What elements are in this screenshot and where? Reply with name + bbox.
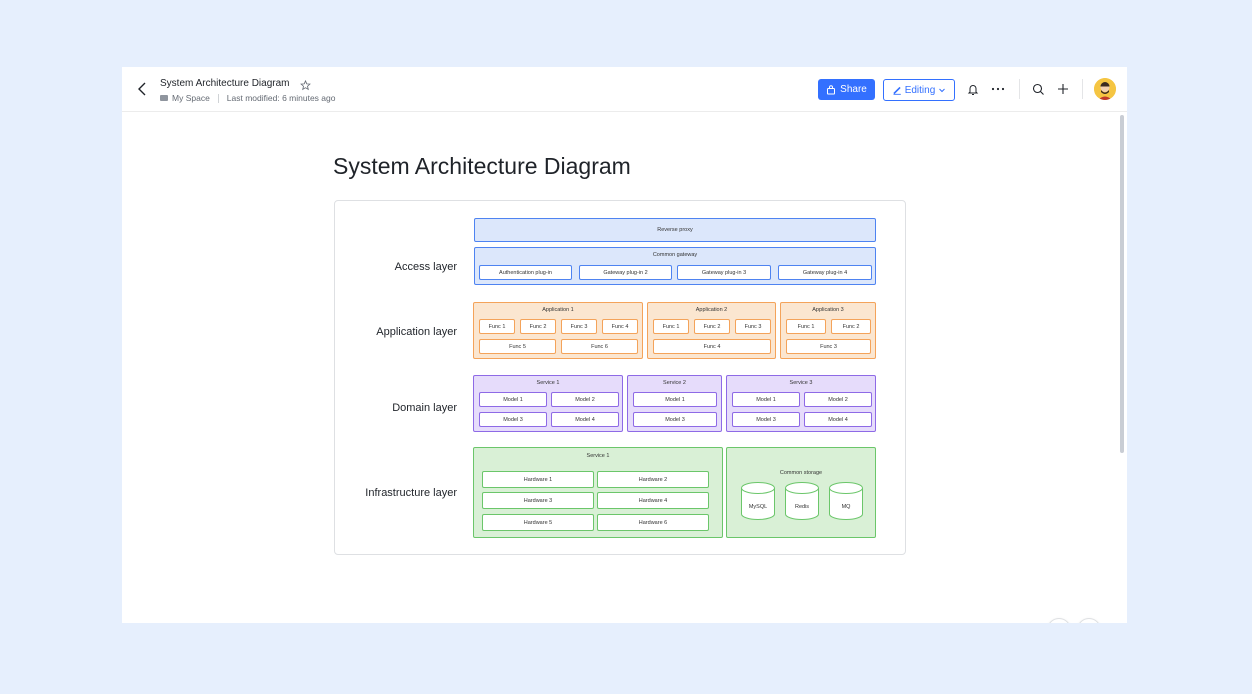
database-cylinder: Redis	[785, 482, 819, 520]
plugin-cell: Gateway plug-in 2	[579, 265, 672, 280]
editing-label: Editing	[904, 84, 936, 96]
search-icon[interactable]	[1030, 81, 1046, 97]
folder-icon	[160, 95, 168, 101]
more-icon[interactable]	[990, 81, 1006, 97]
last-modified: Last modified: 6 minutes ago	[226, 93, 336, 103]
func-cell: Func 1	[786, 319, 826, 334]
database-cylinder: MySQL	[741, 482, 775, 520]
service-title: Service 1	[536, 380, 560, 386]
service-title: Service 2	[663, 380, 686, 386]
toolbar-divider	[1082, 79, 1083, 99]
layer-label-access: Access layer	[394, 261, 457, 273]
database-cylinder: MQ	[829, 482, 863, 520]
application-title: Application 1	[542, 307, 574, 313]
share-icon	[827, 84, 836, 94]
application-box: Application 3 Func 1 Func 2 Func 3	[780, 302, 876, 359]
layer-label-domain: Domain layer	[392, 402, 457, 414]
help-button[interactable]	[1077, 618, 1101, 623]
storage-label: MQ	[841, 504, 851, 510]
model-cell: Model 2	[551, 392, 619, 407]
layer-label-infrastructure: Infrastructure layer	[365, 487, 457, 499]
func-cell: Func 4	[602, 319, 638, 334]
location-link[interactable]: My Space	[172, 93, 210, 103]
reverse-proxy-label: Reverse proxy	[657, 227, 693, 233]
editing-mode-button[interactable]: Editing	[883, 79, 955, 101]
chevron-down-icon	[939, 88, 946, 93]
common-storage-title: Common storage	[779, 470, 823, 476]
service-box: Service 2 Model 1 Model 3	[627, 375, 722, 432]
application-title: Application 2	[695, 307, 728, 313]
plus-icon[interactable]	[1055, 81, 1071, 97]
func-cell: Func 5	[479, 339, 556, 354]
hardware-cell: Hardware 6	[597, 514, 709, 531]
service-box: Service 1 Model 1 Model 2 Model 3 Model …	[473, 375, 623, 432]
func-cell: Func 6	[561, 339, 638, 354]
toolbar-divider	[1019, 79, 1020, 99]
func-cell: Func 3	[561, 319, 597, 334]
model-cell: Model 3	[479, 412, 547, 427]
common-gateway-box: Common gateway Authentication plug-in Ga…	[474, 247, 876, 285]
hardware-cell: Hardware 2	[597, 471, 709, 488]
page-title: System Architecture Diagram	[333, 153, 631, 179]
hardware-cell: Hardware 5	[482, 514, 594, 531]
avatar[interactable]	[1094, 78, 1116, 100]
database-icon	[785, 482, 819, 520]
model-cell: Model 2	[804, 392, 872, 407]
breadcrumb: My Space Last modified: 6 minutes ago	[160, 93, 335, 103]
func-cell: Func 1	[653, 319, 689, 334]
func-cell: Func 1	[479, 319, 515, 334]
model-cell: Model 1	[633, 392, 717, 407]
pencil-icon	[893, 86, 901, 95]
func-cell: Func 3	[786, 339, 871, 354]
hardware-cell: Hardware 3	[482, 492, 594, 509]
gateway-title: Common gateway	[652, 252, 698, 258]
share-label: Share	[840, 84, 867, 95]
doc-title[interactable]: System Architecture Diagram	[160, 78, 290, 89]
app-window: System Architecture Diagram My Space Las…	[122, 67, 1127, 623]
hardware-cell: Hardware 1	[482, 471, 594, 488]
application-box: Application 2 Func 1 Func 2 Func 3 Func …	[647, 302, 776, 359]
application-box: Application 1 Func 1 Func 2 Func 3 Func …	[473, 302, 643, 359]
plugin-cell: Gateway plug-in 3	[677, 265, 771, 280]
func-cell: Func 4	[653, 339, 771, 354]
reverse-proxy-box: Reverse proxy	[474, 218, 876, 242]
service-box: Service 3 Model 1 Model 2 Model 3 Model …	[726, 375, 876, 432]
architecture-diagram[interactable]: Access layer Application layer Domain la…	[334, 200, 906, 555]
document-content: System Architecture Diagram Access layer…	[122, 112, 1127, 623]
storage-label: Redis	[794, 504, 810, 510]
top-bar: System Architecture Diagram My Space Las…	[122, 67, 1127, 112]
func-cell: Func 3	[735, 319, 771, 334]
model-cell: Model 1	[479, 392, 547, 407]
hardware-cell: Hardware 4	[597, 492, 709, 509]
chevron-left-icon	[138, 82, 146, 96]
star-icon[interactable]	[300, 78, 311, 91]
model-cell: Model 3	[633, 412, 717, 427]
plugin-cell: Gateway plug-in 4	[778, 265, 872, 280]
layer-label-application: Application layer	[376, 326, 457, 338]
database-icon	[741, 482, 775, 520]
model-cell: Model 4	[804, 412, 872, 427]
func-cell: Func 2	[831, 319, 871, 334]
share-button[interactable]: Share	[818, 79, 875, 100]
storage-label: MySQL	[748, 504, 768, 510]
common-storage-box: Common storage MySQL Redis MQ	[726, 447, 876, 538]
bell-icon[interactable]	[965, 81, 981, 97]
model-cell: Model 3	[732, 412, 800, 427]
vertical-scrollbar[interactable]	[1120, 115, 1124, 453]
database-icon	[829, 482, 863, 520]
plugin-cell: Authentication plug-in	[479, 265, 572, 280]
back-button[interactable]	[136, 80, 150, 98]
model-cell: Model 4	[551, 412, 619, 427]
service-title: Service 3	[789, 380, 813, 386]
model-cell: Model 1	[732, 392, 800, 407]
breadcrumb-divider	[217, 93, 219, 103]
func-cell: Func 2	[694, 319, 730, 334]
infrastructure-service-box: Service 1 Hardware 1 Hardware 2 Hardware…	[473, 447, 723, 538]
document-info-button[interactable]	[1047, 618, 1071, 623]
func-cell: Func 2	[520, 319, 556, 334]
infrastructure-service-title: Service 1	[586, 453, 610, 459]
application-title: Application 3	[812, 307, 844, 313]
